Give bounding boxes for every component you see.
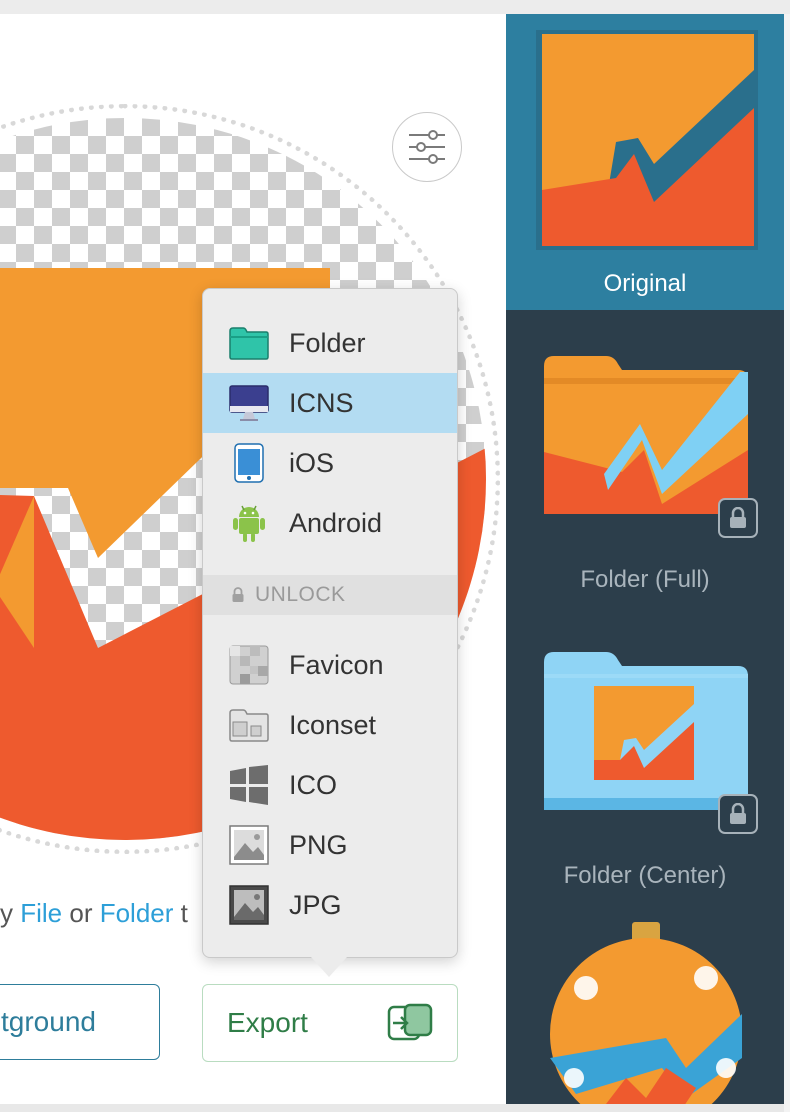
hint-suffix: t (173, 898, 188, 928)
menu-item-android[interactable]: Android (203, 493, 457, 553)
format-sidebar: Original Folder (Full) Folder (Center) (506, 14, 784, 1104)
background-button-label: tground (1, 1006, 96, 1037)
menu-item-jpg-label: JPG (289, 889, 342, 920)
menu-item-ios[interactable]: iOS (203, 433, 457, 493)
menu-item-folder-label: Folder (289, 327, 366, 358)
sidebar-item-folder-full[interactable]: Folder (Full) (506, 310, 784, 606)
drop-hint-text: y File or Folder t (0, 898, 188, 929)
menu-item-iconset-label: Iconset (289, 709, 377, 740)
background-button[interactable]: tground (0, 984, 160, 1060)
iphone-icon (229, 443, 269, 483)
menu-item-favicon[interactable]: Favicon (203, 635, 457, 695)
png-image-icon (229, 825, 269, 865)
menu-item-png-label: PNG (289, 829, 348, 860)
folder-center-lock-badge (718, 794, 758, 834)
menu-item-folder[interactable]: Folder (203, 313, 457, 373)
folder-full-lock-badge (718, 498, 758, 538)
window-top-edge (0, 0, 790, 15)
lock-icon (231, 587, 245, 603)
sidebar-item-original[interactable]: Original (506, 14, 784, 310)
android-icon (229, 503, 269, 543)
folder-center-icon (544, 652, 748, 810)
ornament-icon (550, 922, 742, 1104)
iconset-icon (229, 705, 269, 745)
imac-icon (229, 383, 269, 423)
export-format-menu: Folder ICNS iOS Android UNLOCK Favicon I… (202, 288, 458, 958)
menu-item-iconset[interactable]: Iconset (203, 695, 457, 755)
folder-full-icon (544, 356, 748, 514)
unlock-section-label: UNLOCK (255, 583, 346, 606)
menu-item-favicon-label: Favicon (289, 649, 384, 680)
folder-icon (229, 323, 269, 363)
folder-link[interactable]: Folder (100, 898, 174, 928)
sidebar-item-original-label: Original (603, 270, 687, 297)
menu-item-ico[interactable]: ICO (203, 755, 457, 815)
sidebar-item-ornament[interactable] (506, 902, 784, 1104)
lock-icon (730, 507, 746, 528)
settings-button[interactable] (392, 112, 462, 182)
export-arrow-icon (387, 1003, 433, 1041)
file-link[interactable]: File (20, 898, 62, 928)
sidebar-item-folder-center-label: Folder (Center) (563, 862, 727, 889)
window-right-edge (784, 14, 790, 1112)
original-icon-preview (536, 30, 758, 250)
menu-pointer-arrow (311, 957, 347, 977)
sidebar-item-folder-center[interactable]: Folder (Center) (506, 606, 784, 902)
hint-or: or (62, 898, 100, 928)
menu-item-icns[interactable]: ICNS (203, 373, 457, 433)
menu-item-jpg[interactable]: JPG (203, 875, 457, 935)
menu-item-ios-label: iOS (289, 447, 335, 478)
menu-item-icns-label: ICNS (289, 387, 354, 418)
sliders-icon (409, 130, 445, 164)
sidebar-item-folder-full-label: Folder (Full) (580, 566, 710, 593)
export-button-label: Export (227, 1007, 308, 1038)
menu-item-android-label: Android (289, 507, 383, 538)
favicon-icon (229, 645, 269, 685)
menu-item-ico-label: ICO (289, 769, 338, 800)
menu-item-png[interactable]: PNG (203, 815, 457, 875)
windows-icon (229, 765, 269, 805)
lock-icon (730, 803, 746, 824)
hint-prefix: y (0, 898, 21, 928)
export-button[interactable]: Export (202, 984, 458, 1062)
jpg-image-icon (229, 885, 269, 925)
unlock-section-header[interactable]: UNLOCK (203, 575, 457, 615)
